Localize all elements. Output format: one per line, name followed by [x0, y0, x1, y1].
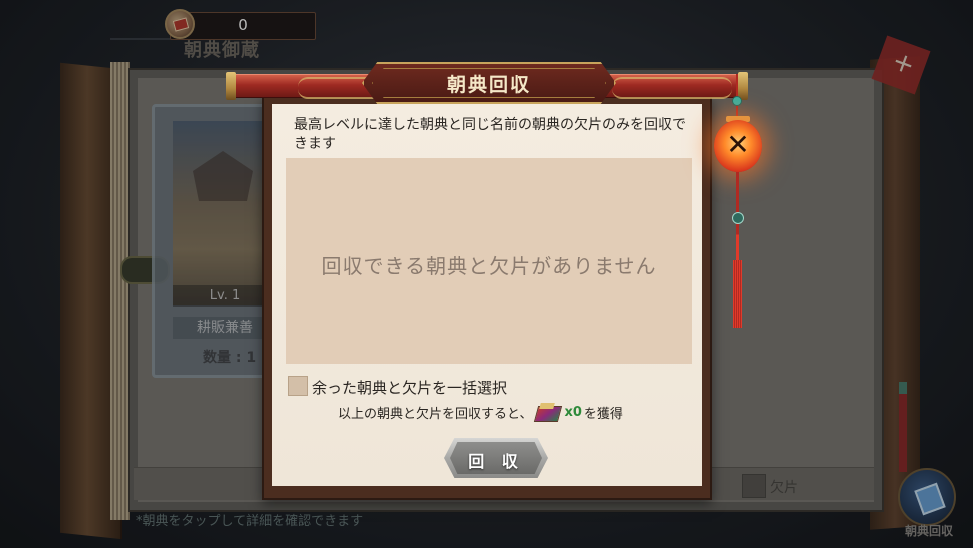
dialog-title: 朝典回収	[446, 74, 531, 96]
recycle-button-label: 回 収	[468, 452, 524, 471]
dialog-title-plate: 朝典回収	[362, 62, 616, 104]
lantern-fringe	[733, 260, 742, 328]
recycle-button[interactable]: 回 収	[444, 438, 548, 478]
book-bundle-icon	[534, 402, 562, 422]
reward-amount: x0	[564, 404, 582, 420]
reward-summary: 以上の朝典と欠片を回収すると、 x0 を獲得	[338, 402, 623, 422]
select-all-label[interactable]: 余った朝典と欠片を一括選択	[312, 377, 507, 398]
lantern-bead	[732, 96, 742, 106]
game-scene: 欠片 Lv. 1 耕販兼善 数量 : 1 *朝典をタップして詳細を確認できます …	[0, 0, 973, 548]
close-button[interactable]: ✕	[714, 120, 762, 172]
lantern-bead-mid	[732, 212, 744, 224]
scroll-ornament-right	[612, 77, 732, 99]
reward-prefix: 以上の朝典と欠片を回収すると、	[338, 406, 533, 422]
scroll-rod-cap-left	[226, 72, 236, 100]
select-all-checkbox[interactable]	[288, 376, 308, 396]
dialog-paper: 最高レベルに達した朝典と同じ名前の朝典の欠片のみを回収できます 回収できる朝典と…	[272, 104, 702, 486]
dialog-description: 最高レベルに達した朝典と同じ名前の朝典の欠片のみを回収できます	[294, 117, 686, 152]
recycle-dialog: 最高レベルに達した朝典と同じ名前の朝典の欠片のみを回収できます 回収できる朝典と…	[262, 96, 712, 500]
reward-suffix: を獲得	[583, 406, 623, 422]
recycle-items-panel: 回収できる朝典と欠片がありません	[286, 158, 692, 364]
close-icon: ✕	[726, 128, 750, 161]
empty-message: 回収できる朝典と欠片がありません	[321, 254, 657, 278]
